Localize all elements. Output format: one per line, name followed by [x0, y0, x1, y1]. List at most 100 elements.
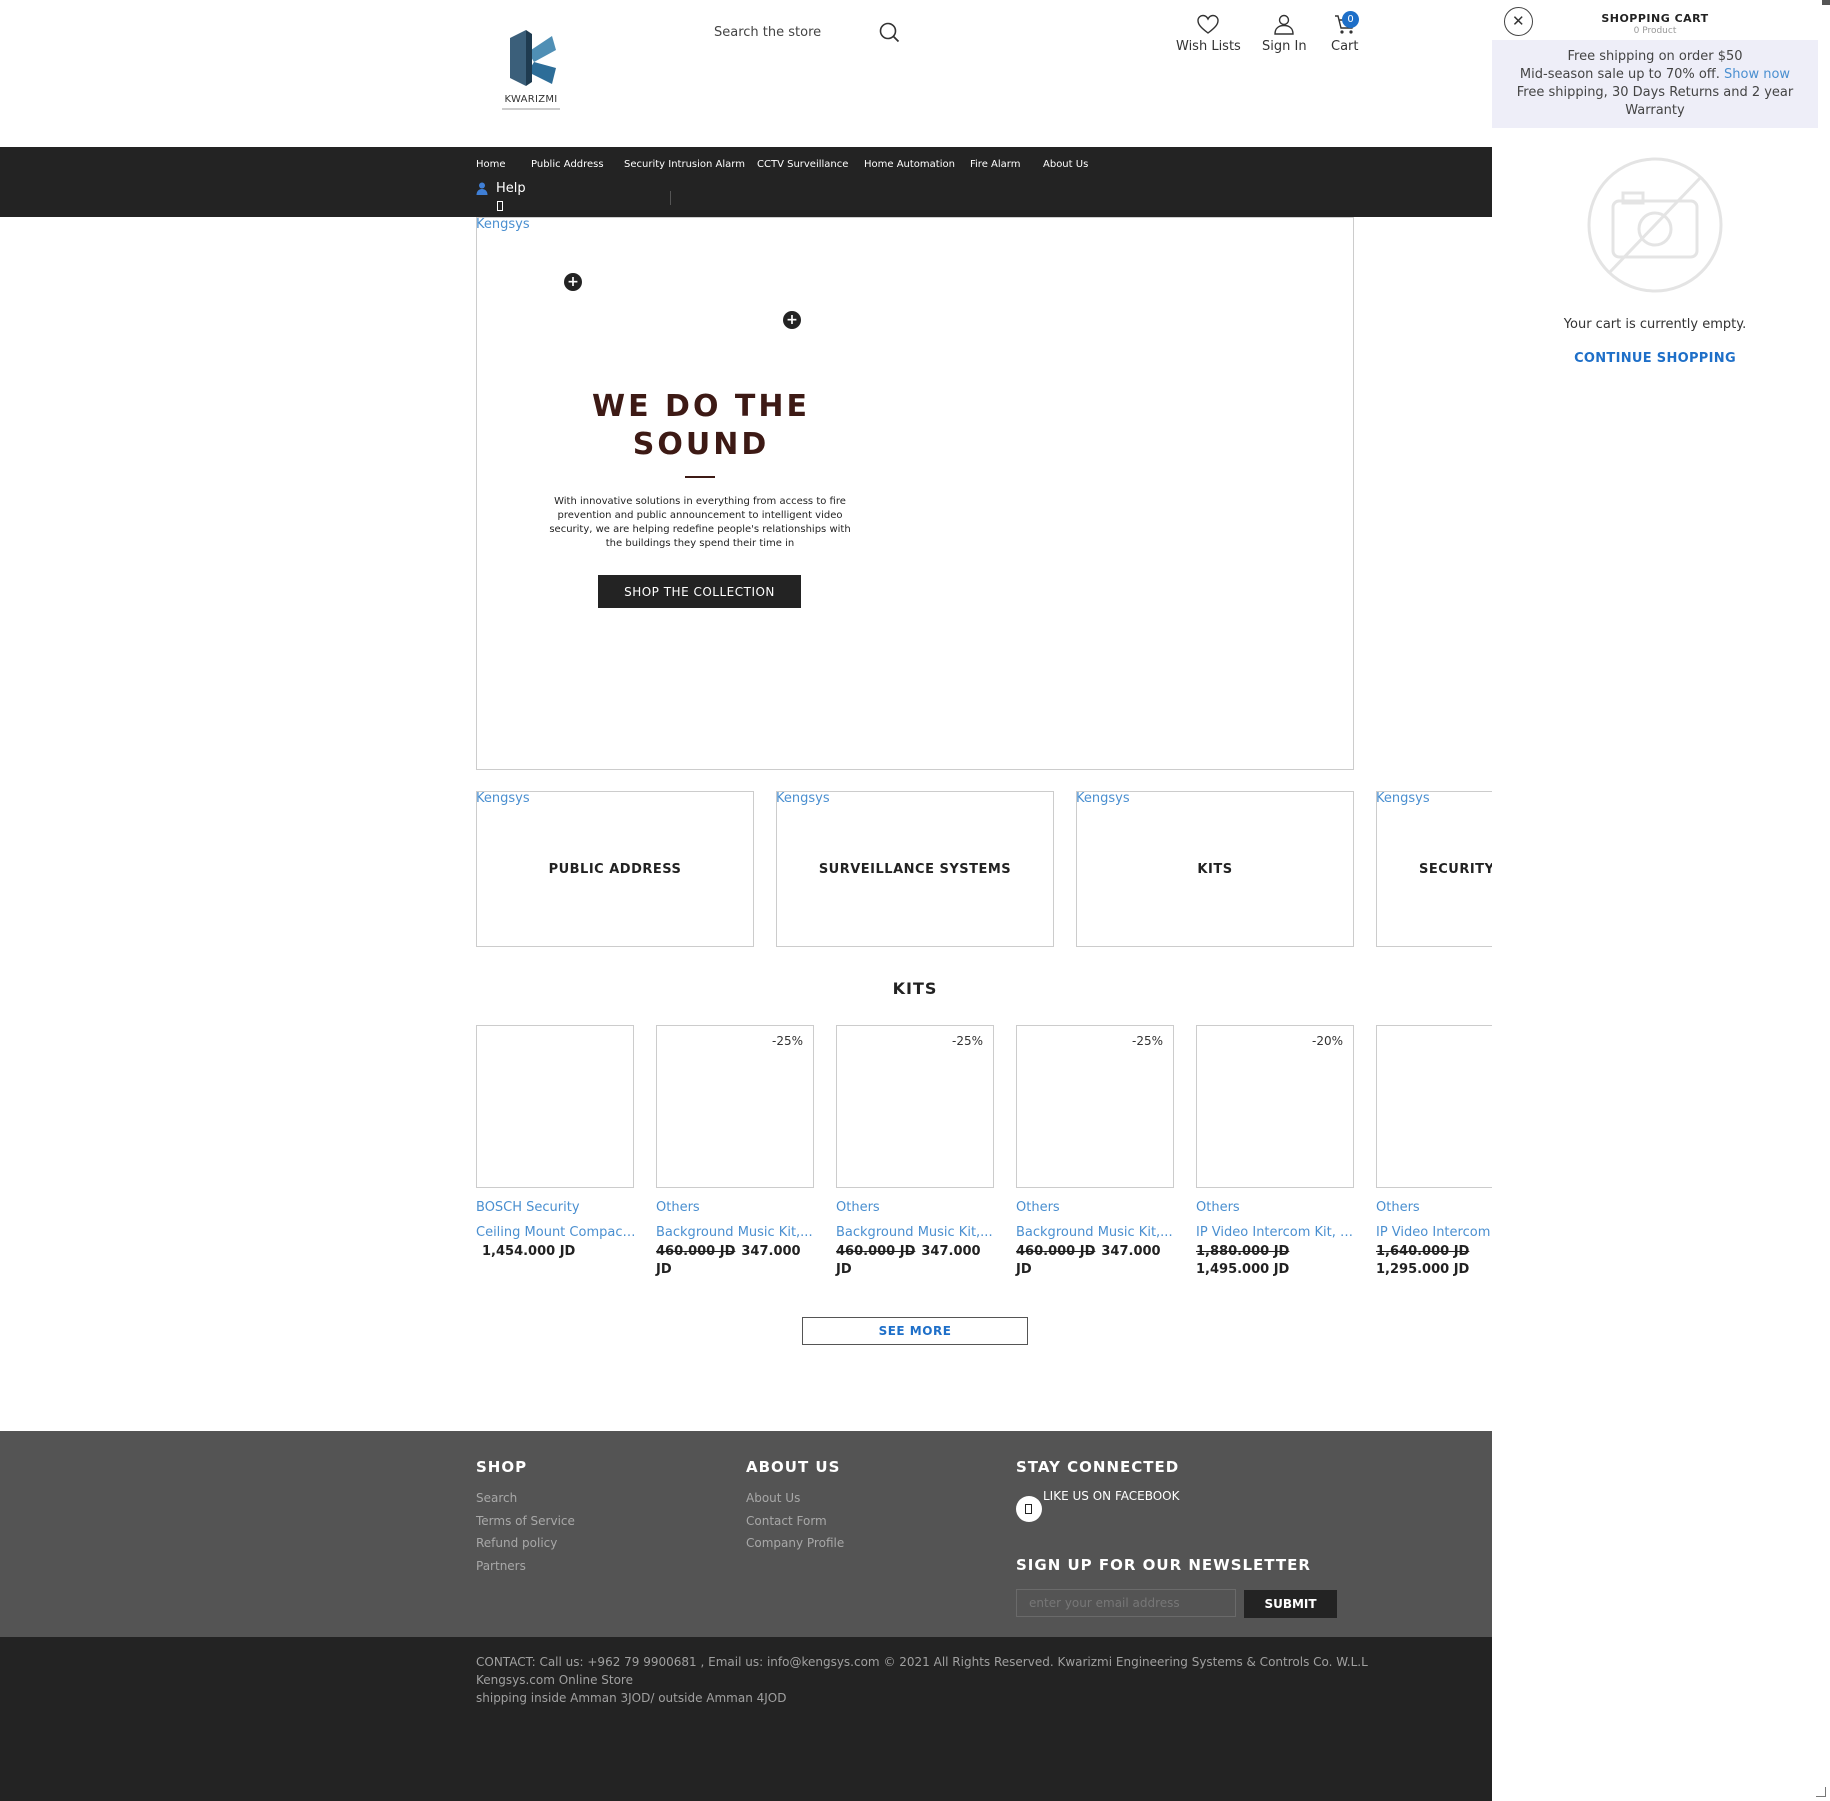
cart-title: SHOPPING CART: [1601, 12, 1709, 25]
product-image[interactable]: -25%: [1016, 1025, 1174, 1188]
logo-text: KWARIZMI: [504, 94, 558, 105]
user-icon: [1274, 14, 1294, 35]
category-tile-surveillance-systems[interactable]: SURVEILLANCE SYSTEMS: [776, 791, 1054, 947]
footer-link-company-profile[interactable]: Company Profile: [746, 1536, 844, 1550]
product-price: 1,880.000 JD 1,495.000 JD: [1196, 1243, 1354, 1279]
product-image[interactable]: [1376, 1025, 1492, 1188]
nav-item-fire-alarm[interactable]: Fire Alarm: [970, 159, 1020, 170]
nav-divider: [670, 191, 671, 205]
kwarizmi-logo[interactable]: KWARIZMI: [500, 28, 562, 114]
site-footer: SHOP Search Terms of Service Refund poli…: [0, 1431, 1492, 1637]
old-price: 1,640.000 JD: [1376, 1244, 1470, 1259]
category-label: SECURITY I: [1419, 862, 1492, 877]
category-label: KITS: [1197, 862, 1233, 877]
product-image[interactable]: -25%: [836, 1025, 994, 1188]
nav-item-security-intrusion-alarm[interactable]: Security Intrusion Alarm: [624, 159, 745, 170]
product-card[interactable]: Others IP Video Intercom K 1,640.000 JD 1…: [1376, 1025, 1492, 1279]
discount-badge: -25%: [1131, 1034, 1163, 1048]
sale-price: 1,454.000 JD: [482, 1244, 576, 1259]
facebook-icon[interactable]: [1016, 1496, 1042, 1522]
wishlist-button[interactable]: Wish Lists: [1176, 14, 1241, 54]
hero-description: With innovative solutions in everything …: [549, 496, 851, 549]
product-card[interactable]: -25% Others Background Music Kit,... 460…: [836, 1025, 994, 1279]
plus-icon[interactable]: +: [783, 311, 801, 329]
help-link[interactable]: Help: [476, 181, 526, 196]
product-name[interactable]: Ceiling Mount Compact...: [476, 1225, 638, 1240]
footer-link-partners[interactable]: Partners: [476, 1559, 526, 1573]
product-vendor[interactable]: Others: [656, 1200, 814, 1215]
newsletter-submit-button[interactable]: SUBMIT: [1244, 1590, 1337, 1618]
discount-badge: -25%: [951, 1034, 983, 1048]
shop-collection-button[interactable]: SHOP THE COLLECTION: [598, 575, 801, 608]
site-header: KWARIZMI Wish Lists Sign In: [0, 0, 1492, 147]
product-price: 1,640.000 JD 1,295.000 JD: [1376, 1243, 1492, 1279]
product-price: 460.000 JD 347.000 JD: [836, 1243, 994, 1279]
product-card[interactable]: -25% Others Background Music Kit,... 460…: [656, 1025, 814, 1279]
product-image[interactable]: -20%: [1196, 1025, 1354, 1188]
old-price: 460.000 JD: [836, 1244, 916, 1259]
product-name[interactable]: Background Music Kit,...: [1016, 1225, 1178, 1240]
empty-cart-icon: [1587, 157, 1723, 293]
resize-handle-icon[interactable]: [1816, 1787, 1826, 1797]
promo-show-now-link[interactable]: Show now: [1724, 67, 1790, 82]
category-tile-kits[interactable]: KITS: [1076, 791, 1354, 947]
old-price: 460.000 JD: [1016, 1244, 1096, 1259]
newsletter-email-input[interactable]: [1016, 1589, 1236, 1617]
person-icon: [476, 182, 488, 195]
product-name[interactable]: Background Music Kit,...: [656, 1225, 818, 1240]
hero-title: WE DO THE SOUND: [561, 388, 841, 464]
nav-item-cctv-surveillance[interactable]: CCTV Surveillance: [757, 159, 848, 170]
product-image[interactable]: -25%: [656, 1025, 814, 1188]
promo-sale: Mid-season sale up to 70% off. Show now: [1492, 66, 1818, 84]
product-image[interactable]: [476, 1025, 634, 1188]
scrollbar-arrow[interactable]: [1822, 0, 1830, 5]
old-price: 1,880.000 JD: [1196, 1244, 1290, 1259]
product-vendor[interactable]: BOSCH Security: [476, 1200, 634, 1215]
footer-link-search[interactable]: Search: [476, 1491, 517, 1505]
product-name[interactable]: IP Video Intercom K: [1376, 1225, 1492, 1240]
cart-empty-message: Your cart is currently empty.: [1563, 317, 1747, 332]
logo-tagline: [502, 108, 560, 110]
plus-icon[interactable]: +: [564, 273, 582, 291]
nav-item-about-us[interactable]: About Us: [1043, 159, 1088, 170]
category-tile-security[interactable]: SECURITY I: [1376, 791, 1492, 947]
footer-link-about[interactable]: About Us: [746, 1491, 800, 1505]
facebook-link[interactable]: LIKE US ON FACEBOOK: [1043, 1489, 1179, 1503]
cart-product-count: 0 Product: [1633, 26, 1677, 36]
product-vendor[interactable]: Others: [1376, 1200, 1492, 1215]
hero-title-line2: SOUND: [632, 427, 770, 462]
cart-drawer-header: ✕ SHOPPING CART 0 Product: [1492, 0, 1818, 40]
category-tile-public-address[interactable]: PUBLIC ADDRESS: [476, 791, 754, 947]
cart-promo-box: Free shipping on order $50 Mid-season sa…: [1492, 40, 1818, 128]
product-vendor[interactable]: Others: [1196, 1200, 1354, 1215]
sale-price: 1,495.000 JD: [1196, 1262, 1290, 1277]
cart-drawer: ✕ SHOPPING CART 0 Product Free shipping …: [1492, 0, 1830, 1801]
continue-shopping-link[interactable]: CONTINUE SHOPPING: [1492, 351, 1818, 366]
footer-link-refund[interactable]: Refund policy: [476, 1536, 557, 1550]
product-name[interactable]: IP Video Intercom Kit, Ten...: [1196, 1225, 1358, 1240]
promo-sale-text: Mid-season sale up to 70% off.: [1519, 67, 1720, 82]
missing-glyph-icon: [497, 201, 503, 211]
product-card[interactable]: -20% Others IP Video Intercom Kit, Ten..…: [1196, 1025, 1358, 1279]
search-icon[interactable]: [878, 21, 900, 43]
logo-icon: [510, 30, 556, 86]
search-input[interactable]: [714, 20, 884, 44]
store-name: Kengsys.com Online Store: [476, 1673, 633, 1687]
kits-section-title: KITS: [892, 979, 938, 998]
product-card[interactable]: BOSCH Security Ceiling Mount Compact... …: [476, 1025, 638, 1261]
nav-item-home[interactable]: Home: [476, 159, 506, 170]
signin-button[interactable]: Sign In: [1262, 14, 1307, 54]
nav-item-home-automation[interactable]: Home Automation: [864, 159, 955, 170]
hero-divider: [685, 476, 715, 478]
product-card[interactable]: -25% Others Background Music Kit,... 460…: [1016, 1025, 1174, 1279]
footer-link-terms[interactable]: Terms of Service: [476, 1514, 575, 1528]
signin-label: Sign In: [1262, 39, 1307, 54]
nav-item-public-address[interactable]: Public Address: [531, 159, 604, 170]
see-more-button[interactable]: SEE MORE: [802, 1317, 1028, 1345]
main-nav: Home Public Address Security Intrusion A…: [0, 147, 1492, 217]
product-vendor[interactable]: Others: [836, 1200, 994, 1215]
product-vendor[interactable]: Others: [1016, 1200, 1174, 1215]
product-price: 1,454.000 JD: [476, 1243, 634, 1261]
product-name[interactable]: Background Music Kit,...: [836, 1225, 998, 1240]
footer-link-contact[interactable]: Contact Form: [746, 1514, 827, 1528]
